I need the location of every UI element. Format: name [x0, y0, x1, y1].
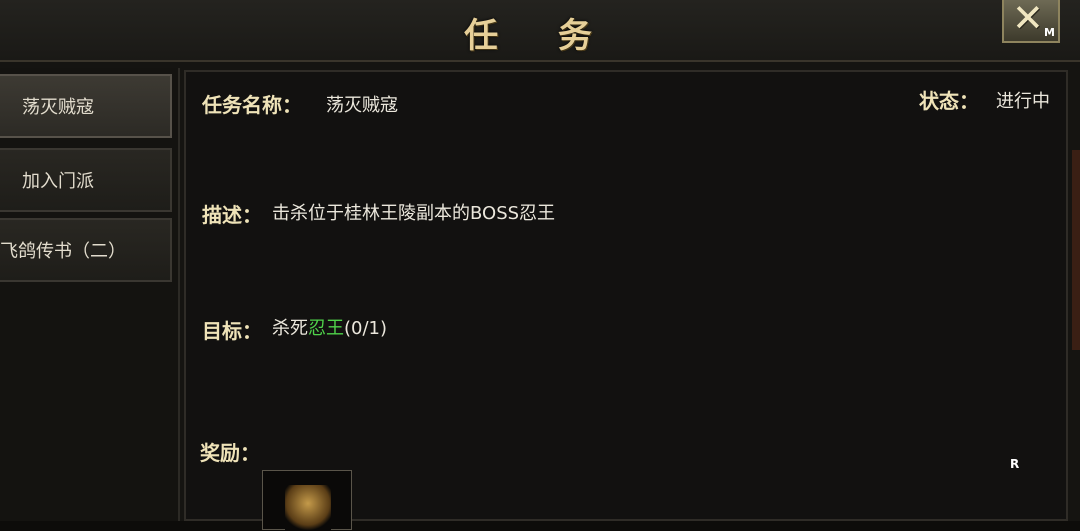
quest-window: 任 务 ✕ M 荡灭贼寇 加入门派 飞鸽传书（二） 任务名称： 荡灭贼寇 状态：…: [0, 0, 1080, 531]
description-value: 击杀位于桂林王陵副本的BOSS忍王: [272, 203, 556, 224]
close-x-icon: ✕: [1012, 0, 1044, 40]
quest-name-value: 荡灭贼寇: [326, 95, 398, 116]
reward-item-icon: [285, 485, 331, 531]
reward-label: 奖励：: [200, 441, 260, 465]
description-label: 描述：: [202, 203, 262, 227]
quest-tab-feige[interactable]: 飞鸽传书（二）: [0, 218, 172, 282]
quest-tab-dangmie[interactable]: 荡灭贼寇: [0, 74, 172, 138]
quest-detail-panel: 任务名称： 荡灭贼寇 状态： 进行中 描述： 击杀位于桂林王陵副本的BOSS忍王…: [184, 70, 1068, 531]
goal-progress: (0/1): [344, 318, 388, 339]
status-label: 状态：: [919, 89, 979, 113]
close-hotkey-label: M: [1044, 26, 1055, 39]
goal-label: 目标：: [202, 319, 262, 343]
background-edge: [1072, 150, 1080, 350]
window-title: 任 务: [464, 16, 616, 56]
quest-tab-jiaru[interactable]: 加入门派: [0, 148, 172, 212]
quest-name-label: 任务名称：: [202, 93, 302, 117]
status-value: 进行中: [996, 91, 1050, 112]
hotkey-r-label: R: [1010, 457, 1020, 471]
goal-value: 杀死忍王(0/1): [272, 314, 387, 340]
close-button[interactable]: ✕ M: [1002, 0, 1060, 43]
title-bar: 任 务 ✕ M: [0, 0, 1080, 62]
goal-prefix: 杀死: [272, 318, 308, 339]
quest-list-sidebar: 荡灭贼寇 加入门派 飞鸽传书（二）: [0, 68, 180, 521]
goal-target[interactable]: 忍王: [308, 318, 344, 339]
reward-slot[interactable]: [262, 470, 352, 531]
